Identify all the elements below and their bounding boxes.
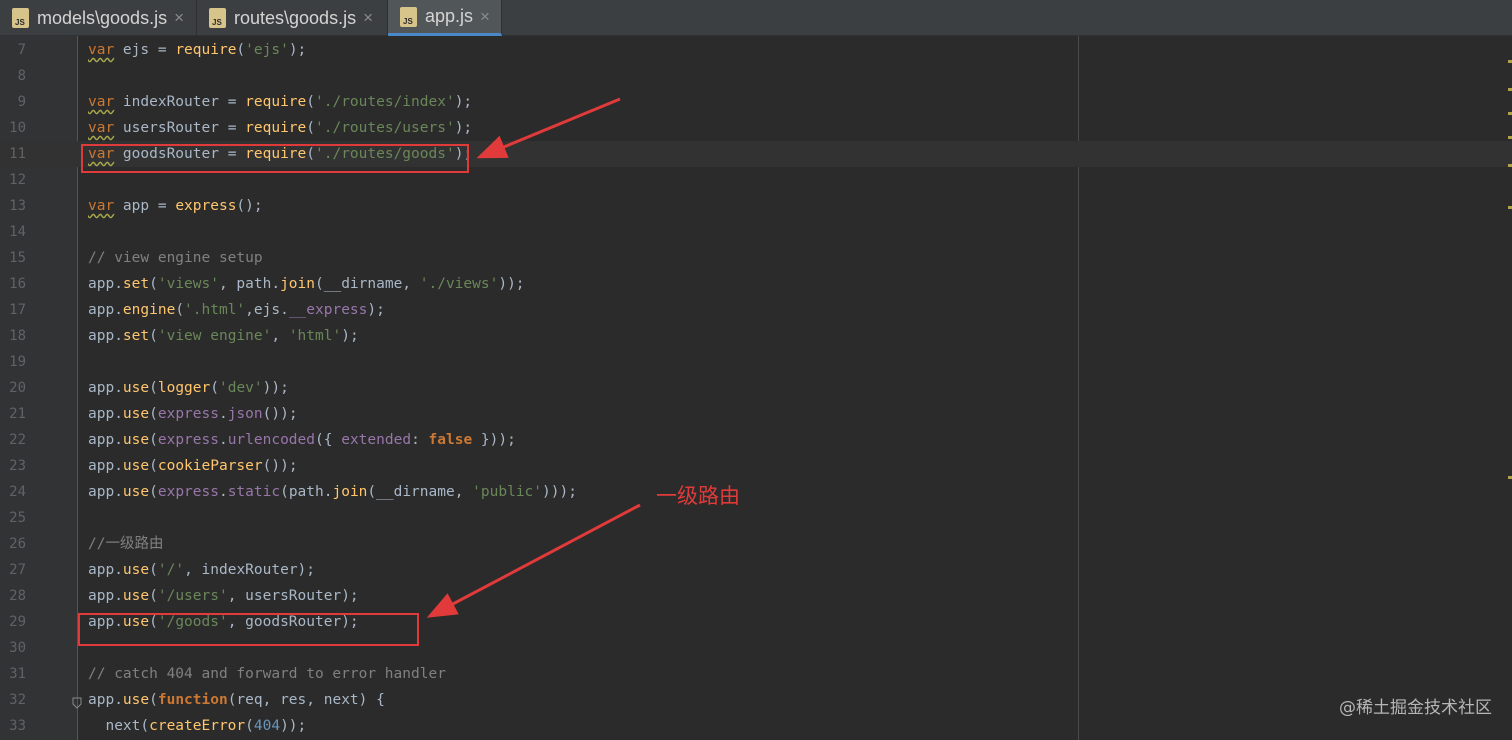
annotation-arrows	[426, 97, 641, 618]
arrow-to-route	[426, 503, 641, 618]
watermark: @稀土掘金技术社区	[1339, 698, 1492, 718]
arrow-to-require	[476, 97, 621, 159]
annotation-label: 一级路由	[656, 484, 740, 508]
